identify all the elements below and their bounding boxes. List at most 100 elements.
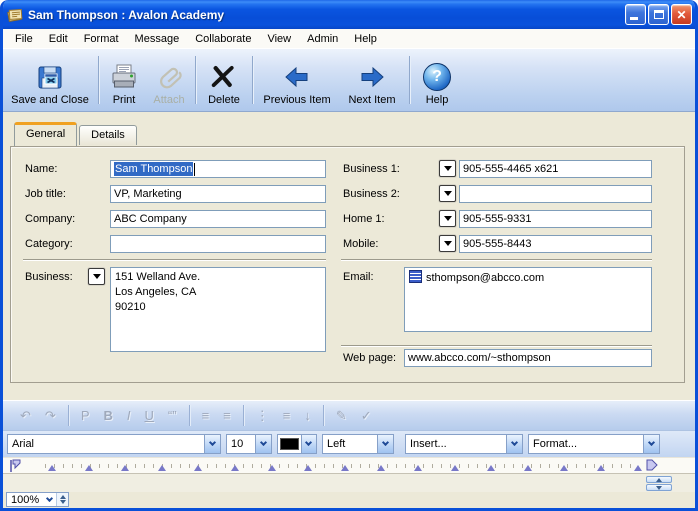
dropdown-button[interactable]	[506, 435, 522, 453]
dropdown-button[interactable]	[301, 435, 316, 453]
menu-message[interactable]: Message	[127, 31, 188, 47]
toolbar-separator	[243, 405, 244, 426]
save-and-close-button[interactable]: Save and Close	[5, 51, 95, 109]
dropdown-button[interactable]	[255, 435, 271, 453]
up-arrow-icon	[60, 495, 66, 499]
menu-edit[interactable]: Edit	[41, 31, 76, 47]
format-value: Format...	[529, 438, 643, 450]
indent-marker-left-icon[interactable]	[9, 459, 23, 473]
tab-details[interactable]: Details	[79, 125, 137, 145]
print-button[interactable]: Print	[102, 51, 146, 109]
tab-general[interactable]: General	[14, 122, 77, 146]
menu-file[interactable]: File	[7, 31, 41, 47]
zoom-spinner[interactable]	[56, 493, 68, 506]
menu-view[interactable]: View	[259, 31, 299, 47]
web-page-input[interactable]: www.abcco.com/~sthompson	[404, 349, 652, 367]
dropdown-button[interactable]	[204, 435, 220, 453]
name-label: Name:	[25, 163, 57, 175]
status-bar: 100%	[3, 492, 695, 508]
ruler[interactable]	[3, 457, 695, 474]
app-icon	[6, 6, 23, 23]
menu-help[interactable]: Help	[346, 31, 385, 47]
ruler-tabstop[interactable]	[377, 465, 385, 471]
ruler-tabstop[interactable]	[85, 465, 93, 471]
font-family-select[interactable]: Arial	[7, 434, 221, 454]
company-label: Company:	[25, 213, 75, 225]
company-input[interactable]: ABC Company	[110, 210, 326, 228]
indent-icon: ≡	[223, 408, 231, 423]
job-title-input[interactable]: VP, Marketing	[110, 185, 326, 203]
email-value: sthompson@abcco.com	[426, 272, 544, 284]
ruler-tabstop[interactable]	[304, 465, 312, 471]
business-address-textarea[interactable]: 151 Welland Ave. Los Angeles, CA 90210	[110, 267, 326, 352]
dropdown-arrow-icon	[444, 216, 452, 221]
menu-collaborate[interactable]: Collaborate	[187, 31, 259, 47]
ruler-tabstop[interactable]	[158, 465, 166, 471]
chevron-down-icon	[305, 439, 312, 446]
down-arrow-icon	[60, 500, 66, 504]
mobile-dropdown-button[interactable]	[439, 235, 456, 252]
delete-button[interactable]: Delete	[199, 51, 249, 109]
ruler-tabstop[interactable]	[231, 465, 239, 471]
next-item-button[interactable]: Next Item	[338, 51, 406, 109]
ruler-tabstop[interactable]	[341, 465, 349, 471]
zoom-control[interactable]: 100%	[6, 492, 69, 507]
business-address-dropdown-button[interactable]	[88, 268, 105, 285]
ruler-tabstop[interactable]	[487, 465, 495, 471]
previous-item-button[interactable]: Previous Item	[256, 51, 338, 109]
menu-format[interactable]: Format	[76, 31, 127, 47]
ruler-tabstop[interactable]	[268, 465, 276, 471]
title-bar: Sam Thompson : Avalon Academy ✕	[0, 0, 698, 29]
indent-marker-right-icon[interactable]	[646, 459, 659, 472]
symbol-icon: ✎	[336, 408, 347, 424]
insert-select[interactable]: Insert...	[405, 434, 523, 454]
scroll-up-button[interactable]	[646, 476, 672, 483]
font-color-select[interactable]	[277, 434, 317, 454]
font-size-select[interactable]: 10	[226, 434, 272, 454]
menu-admin[interactable]: Admin	[299, 31, 346, 47]
email-box[interactable]: sthompson@abcco.com	[404, 267, 652, 332]
category-input[interactable]	[110, 235, 326, 253]
name-input[interactable]: Sam Thompson	[110, 160, 326, 178]
format-select[interactable]: Format...	[528, 434, 660, 454]
content-area: General Details Name: Sam Thompson Job t…	[3, 112, 695, 400]
ruler-tabstop[interactable]	[634, 465, 642, 471]
name-selected-text: Sam Thompson	[114, 162, 193, 176]
business2-input[interactable]	[459, 185, 652, 203]
main-toolbar: Save and Close Print Attach	[3, 48, 695, 112]
toolbar-separator	[189, 405, 190, 426]
ruler-tabstop[interactable]	[524, 465, 532, 471]
minimize-button[interactable]	[625, 4, 646, 25]
scroll-down-button[interactable]	[646, 484, 672, 491]
dropdown-arrow-icon	[444, 166, 452, 171]
tab-strip: General Details	[14, 122, 139, 145]
minimize-icon	[630, 17, 638, 20]
close-button[interactable]: ✕	[671, 4, 692, 25]
ruler-tabstop[interactable]	[48, 465, 56, 471]
help-button[interactable]: ? Help	[413, 51, 461, 109]
zoom-dropdown-button[interactable]	[43, 493, 56, 506]
dropdown-button[interactable]	[377, 435, 393, 453]
font-size-value: 10	[227, 438, 255, 450]
paragraph-icon: P	[81, 408, 90, 423]
maximize-button[interactable]	[648, 4, 669, 25]
business1-input[interactable]: 905-555-4465 x621	[459, 160, 652, 178]
font-family-value: Arial	[8, 438, 204, 450]
ruler-tabstop[interactable]	[597, 465, 605, 471]
spell-check-icon: ✓	[361, 408, 372, 424]
alignment-select[interactable]: Left	[322, 434, 394, 454]
home1-dropdown-button[interactable]	[439, 210, 456, 227]
business1-dropdown-button[interactable]	[439, 160, 456, 177]
ruler-tabstop[interactable]	[121, 465, 129, 471]
ruler-tabstop[interactable]	[194, 465, 202, 471]
ruler-tabstop[interactable]	[414, 465, 422, 471]
italic-icon: I	[127, 408, 131, 423]
home1-input[interactable]: 905-555-9331	[459, 210, 652, 228]
ruler-tabstop[interactable]	[560, 465, 568, 471]
mobile-input[interactable]: 905-555-8443	[459, 235, 652, 253]
dropdown-button[interactable]	[643, 435, 659, 453]
ruler-tabstop[interactable]	[451, 465, 459, 471]
business2-dropdown-button[interactable]	[439, 185, 456, 202]
menu-bar: File Edit Format Message Collaborate Vie…	[3, 29, 695, 48]
color-swatch	[280, 438, 299, 450]
